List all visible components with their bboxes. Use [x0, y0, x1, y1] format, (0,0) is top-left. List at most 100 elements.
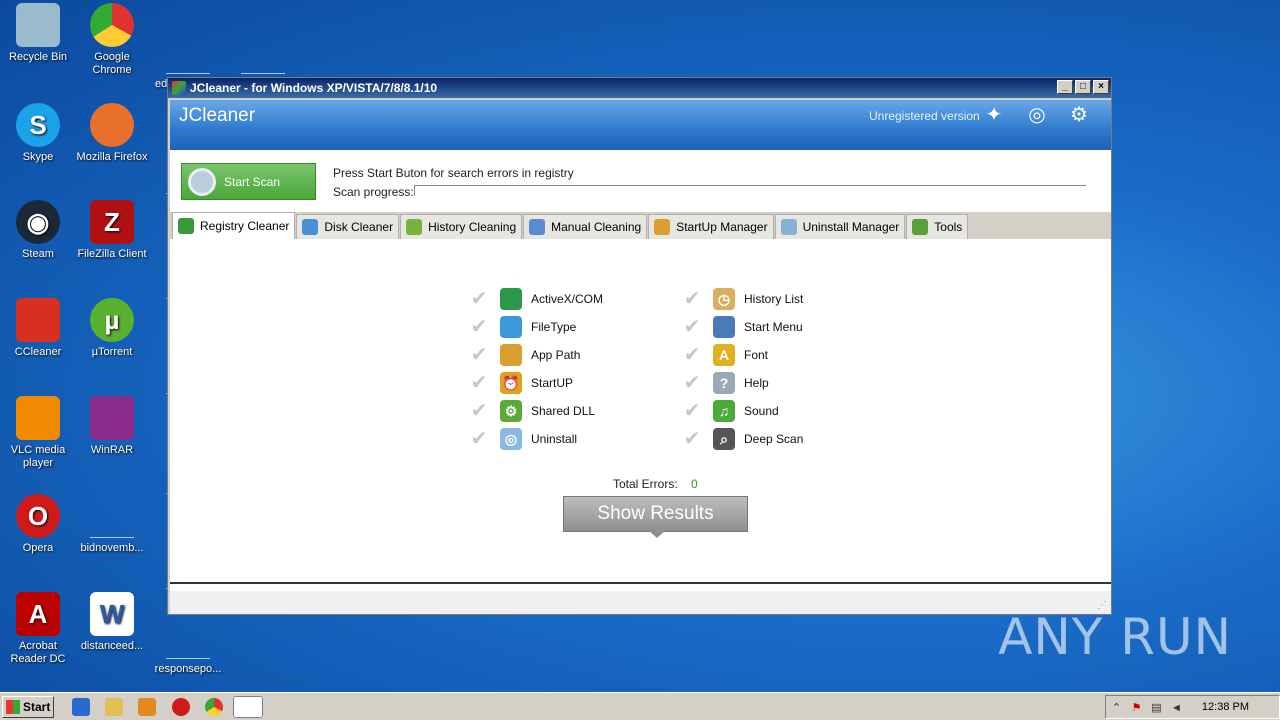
ccleaner-icon [16, 298, 60, 342]
checkmark-icon[interactable]: ✔ [681, 372, 703, 394]
checkmark-icon[interactable]: ✔ [468, 344, 490, 366]
tab-uninstall-manager[interactable]: Uninstall Manager [774, 214, 906, 239]
scan-option-uninstall[interactable]: ✔ ◎ Uninstall [468, 428, 577, 450]
clock[interactable]: 12:38 PM [1202, 701, 1249, 713]
desktop-icon[interactable]: S Skype [0, 103, 76, 164]
filetype-icon [500, 316, 522, 338]
desktop-icon-label: Steam [22, 248, 54, 260]
system-tray: ⌃ ⚑ ▤ ◄ 12:38 PM [1105, 695, 1280, 719]
scan-option-history-list[interactable]: ✔ ◷ History List [681, 288, 803, 310]
opera-taskbar-icon[interactable] [172, 698, 190, 716]
checkmark-icon[interactable]: ✔ [468, 372, 490, 394]
checkmark-icon[interactable]: ✔ [468, 316, 490, 338]
scan-option-start-menu[interactable]: ✔ Start Menu [681, 316, 803, 338]
uninstall-icon [780, 219, 797, 235]
window-icon [529, 219, 546, 235]
desktop-icon-label: Acrobat Reader DC [10, 640, 66, 665]
magic-wand-icon[interactable]: ✦ [983, 104, 1005, 126]
music-note-icon: ♫ [713, 400, 735, 422]
maximize-button[interactable]: □ [1075, 80, 1091, 94]
desktop-icon-label: distanceed... [80, 640, 144, 652]
desktop-icon[interactable]: A Acrobat Reader DC [0, 592, 76, 666]
lifebuoy-icon[interactable]: ◎ [1026, 104, 1048, 126]
tab-tools[interactable]: Tools [906, 214, 969, 239]
checkmark-icon[interactable]: ✔ [681, 428, 703, 450]
desktop-icon[interactable]: responsepo... [150, 615, 226, 676]
divider [170, 582, 1111, 584]
jcleaner-taskbar-button[interactable] [233, 696, 263, 718]
checkmark-icon[interactable]: ✔ [468, 428, 490, 450]
cd-icon: ◎ [500, 428, 522, 450]
desktop-icon[interactable]: ◉ Steam [0, 200, 76, 261]
network-icon[interactable]: ▤ [1150, 702, 1163, 715]
desktop-icon[interactable]: Z FileZilla Client [74, 200, 150, 261]
scan-option-help[interactable]: ✔? Help [681, 372, 769, 394]
tab-startup-manager[interactable]: StartUp Manager [648, 214, 774, 239]
show-results-caret [649, 531, 665, 538]
winrar-icon [90, 396, 134, 440]
tab-label: Tools [934, 220, 963, 234]
vlc-icon [16, 396, 60, 440]
scan-option-font[interactable]: ✔ A Font [681, 344, 768, 366]
window-title: JCleaner - for Windows XP/VISTA/7/8/8.1/… [190, 81, 438, 95]
start-scan-button[interactable]: Start Scan [181, 163, 316, 200]
checkmark-icon[interactable]: ✔ [681, 288, 703, 310]
tab-label: Disk Cleaner [324, 220, 394, 234]
scan-option-app-path[interactable]: ✔ App Path [468, 344, 580, 366]
total-errors-label: Total Errors: [613, 477, 678, 491]
tab-registry-cleaner[interactable]: Registry Cleaner [172, 212, 296, 239]
desktop-icon-label: VLC media player [10, 444, 66, 469]
scan-option-label: Sound [744, 404, 779, 418]
tab-manual-cleaning[interactable]: Manual Cleaning [523, 214, 648, 239]
checkmark-icon[interactable]: ✔ [681, 400, 703, 422]
settings-gear-icon[interactable]: ⚙ [1068, 104, 1090, 126]
chrome-taskbar-icon[interactable] [205, 698, 223, 716]
resize-grip-icon[interactable]: ⋰ [1097, 600, 1107, 611]
tab-history-cleaning[interactable]: History Cleaning [400, 214, 523, 239]
internet-explorer-icon[interactable] [72, 698, 90, 716]
volume-icon[interactable]: ◄ [1170, 702, 1183, 715]
show-results-button[interactable]: Show Results [563, 496, 748, 532]
desktop-icon[interactable]: Recycle Bin [0, 3, 76, 64]
desktop-icon[interactable]: O Opera [0, 494, 76, 555]
start-button[interactable]: Start [2, 696, 54, 718]
action-center-icon[interactable]: ⚑ [1130, 702, 1143, 715]
desktop-icon[interactable]: CCleaner [0, 298, 76, 359]
opera-icon: O [16, 494, 60, 538]
minimize-button[interactable]: _ [1057, 80, 1073, 94]
scan-option-activex-com[interactable]: ✔ ActiveX/COM [468, 288, 603, 310]
checkmark-icon[interactable]: ✔ [681, 316, 703, 338]
scan-option-startup[interactable]: ✔ ⏰ StartUP [468, 372, 573, 394]
scan-option-label: History List [744, 292, 804, 306]
media-player-icon[interactable] [138, 698, 156, 716]
checkmark-icon[interactable]: ✔ [468, 288, 490, 310]
font-icon: A [713, 344, 735, 366]
desktop-icon[interactable]: bidnovemb... [74, 494, 150, 555]
desktop-icon[interactable]: Wdistanceed... [74, 592, 150, 653]
activex-icon [500, 288, 522, 310]
scan-option-sound[interactable]: ✔ ♫ Sound [681, 400, 779, 422]
desktop-icon[interactable]: Google Chrome [74, 3, 150, 77]
close-button[interactable]: × [1093, 80, 1109, 94]
tab-disk-cleaner[interactable]: Disk Cleaner [296, 214, 400, 239]
chrome-icon [90, 3, 134, 47]
apppath-icon [500, 344, 522, 366]
checkmark-icon[interactable]: ✔ [468, 400, 490, 422]
file-icon [90, 514, 134, 538]
tray-expand-icon[interactable]: ⌃ [1110, 702, 1123, 715]
taskbar: Start ⌃ ⚑ ▤ ◄ 12:38 PM [0, 692, 1280, 720]
desktop-icon[interactable]: VLC media player [0, 396, 76, 470]
startup-icon [654, 219, 671, 235]
explorer-folder-icon[interactable] [105, 698, 123, 716]
desktop-icon[interactable]: Mozilla Firefox [74, 103, 150, 164]
scan-option-label: Uninstall [531, 432, 578, 446]
desktop-icon[interactable]: µ µTorrent [74, 298, 150, 359]
tab-label: History Cleaning [428, 220, 517, 234]
title-bar[interactable]: JCleaner - for Windows XP/VISTA/7/8/8.1/… [168, 78, 1111, 98]
checkmark-icon[interactable]: ✔ [681, 344, 703, 366]
unregistered-label: Unregistered version [869, 109, 980, 123]
scan-option-filetype[interactable]: ✔ FileType [468, 316, 576, 338]
scan-option-shared-dll[interactable]: ✔ ⚙ Shared DLL [468, 400, 595, 422]
scan-option-deep-scan[interactable]: ✔ ⌕ Deep Scan [681, 428, 803, 450]
desktop-icon[interactable]: WinRAR [74, 396, 150, 457]
